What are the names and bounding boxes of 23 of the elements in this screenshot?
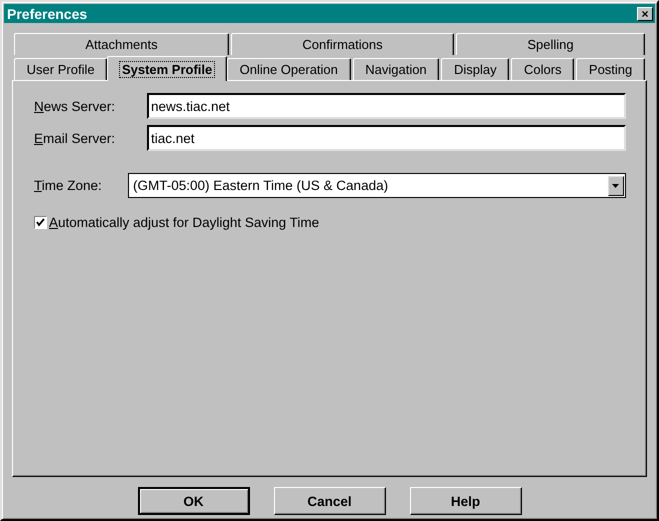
input-field[interactable]: tiac.net (147, 125, 626, 151)
field-label: Time Zone: (34, 178, 103, 193)
tab[interactable]: Posting (576, 58, 645, 80)
tab[interactable]: System Profile (107, 56, 227, 81)
dialog-button[interactable]: Help (410, 487, 522, 515)
checkbox[interactable] (34, 216, 47, 229)
tab[interactable]: Navigation (352, 58, 440, 80)
tab[interactable]: Confirmations (231, 33, 454, 55)
time-zone-dropdown[interactable]: (GMT-05:00) Eastern Time (US & Canada) (128, 173, 626, 198)
tab[interactable]: Display (441, 58, 510, 80)
field-label: Email Server: (34, 130, 116, 146)
window-title: Preferences (7, 6, 88, 22)
tab[interactable]: Colors (511, 58, 574, 80)
field-label: News Server: (34, 98, 116, 114)
dialog-button[interactable]: OK (138, 487, 250, 515)
tab[interactable]: Attachments (14, 33, 230, 55)
dialog-button[interactable]: Cancel (274, 487, 386, 515)
close-button[interactable]: × (637, 6, 653, 20)
tab[interactable]: Online Operation (226, 58, 351, 80)
tab[interactable]: User Profile (14, 58, 108, 80)
input-field[interactable]: news.tiac.net (147, 93, 626, 119)
checkbox-label: Automatically adjust for Daylight Saving Time (49, 215, 320, 230)
tab[interactable]: Spelling (456, 33, 645, 55)
